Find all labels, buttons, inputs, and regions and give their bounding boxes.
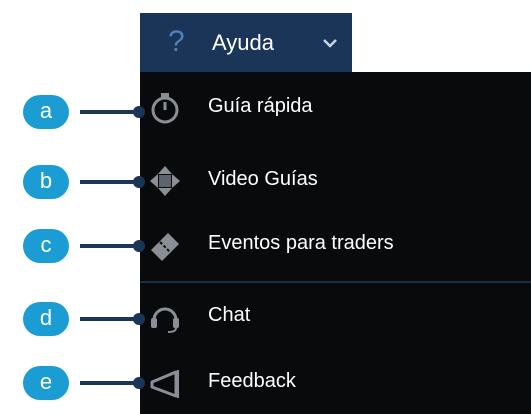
callout-c: c bbox=[23, 229, 69, 263]
callout-leader-dot bbox=[133, 176, 145, 188]
question-icon: ? bbox=[168, 25, 185, 58]
menu-item-label: Eventos para traders bbox=[208, 232, 394, 254]
help-dropdown-menu: Guía rápida Video Guías Eventos para tra… bbox=[140, 72, 531, 414]
chevron-down-icon bbox=[323, 39, 337, 48]
menu-item-label: Feedback bbox=[208, 370, 296, 392]
menu-item-label: Video Guías bbox=[208, 168, 318, 190]
menu-item-label: Guía rápida bbox=[208, 95, 313, 117]
megaphone-icon bbox=[150, 370, 179, 398]
menu-item-chat[interactable]: Chat bbox=[140, 286, 531, 348]
callout-leader-dot bbox=[133, 106, 145, 118]
menu-item-label: Chat bbox=[208, 304, 251, 326]
menu-divider bbox=[140, 281, 531, 283]
stopwatch-icon bbox=[151, 93, 179, 124]
menu-item-trader-events[interactable]: Eventos para traders bbox=[140, 214, 531, 276]
headset-icon bbox=[151, 307, 179, 333]
help-menu-header[interactable]: ? Ayuda bbox=[140, 13, 352, 72]
menu-item-feedback[interactable]: Feedback bbox=[140, 352, 531, 414]
help-menu-label: Ayuda bbox=[212, 30, 274, 55]
menu-item-video-guides[interactable]: Video Guías bbox=[140, 150, 531, 212]
callout-b: b bbox=[23, 165, 69, 199]
callout-leader-dot bbox=[133, 240, 145, 252]
callout-d: d bbox=[23, 302, 69, 336]
callout-e: e bbox=[23, 366, 69, 400]
callout-leader-dot bbox=[133, 313, 145, 325]
ticket-icon bbox=[151, 233, 179, 261]
move-arrows-icon bbox=[150, 166, 180, 196]
callout-leader-dot bbox=[133, 377, 145, 389]
menu-item-quick-guide[interactable]: Guía rápida bbox=[140, 77, 531, 139]
callout-a: a bbox=[23, 95, 69, 129]
